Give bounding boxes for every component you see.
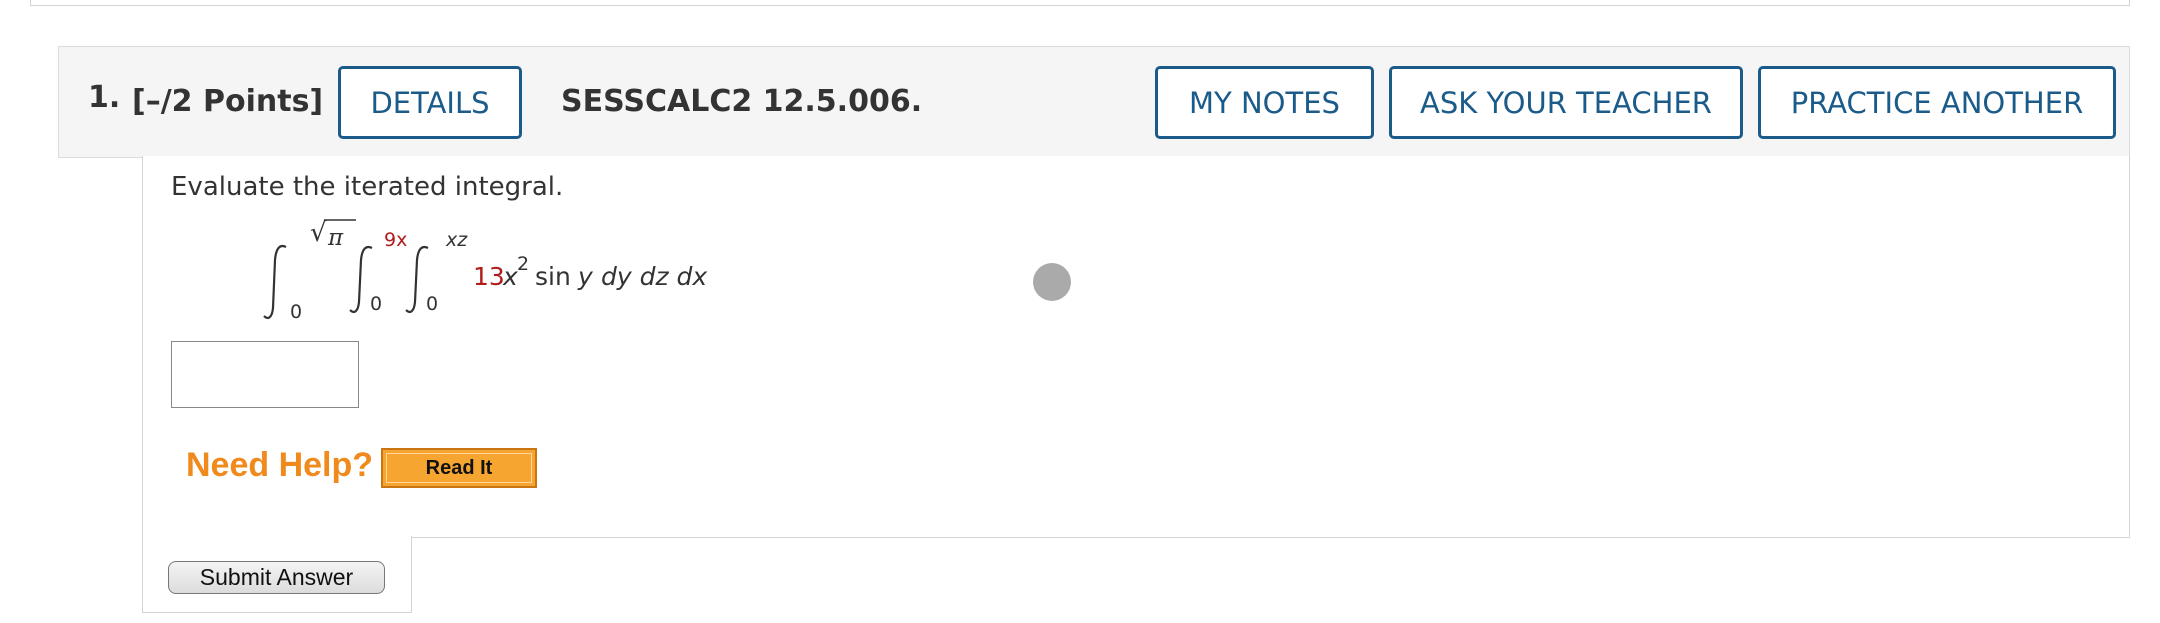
- previous-panel-border: [30, 0, 2130, 6]
- submit-answer-button[interactable]: Submit Answer: [168, 561, 385, 594]
- read-it-label: Read It: [386, 453, 532, 483]
- outer-lower-limit: 0: [290, 301, 302, 323]
- middle-integral-sign: [349, 245, 373, 313]
- question-prompt: Evaluate the iterated integral.: [171, 172, 564, 202]
- outer-upper-radical: √: [310, 218, 327, 248]
- question-code: SESSCALC2 12.5.006.: [561, 84, 923, 119]
- middle-lower-limit: 0: [370, 293, 382, 315]
- question-points: [–/2 Points]: [132, 84, 324, 119]
- read-it-button[interactable]: Read It: [381, 448, 537, 488]
- mouse-cursor-indicator: [1033, 263, 1071, 301]
- iterated-integral-expression: 0 √ π 0 9x 0 xz 13 x 2 sin y dy dz dx: [263, 218, 707, 323]
- integrand-exponent: 2: [517, 253, 529, 275]
- integrand-function: sin: [535, 262, 571, 291]
- my-notes-button[interactable]: MY NOTES: [1155, 66, 1374, 139]
- outer-upper-radicand: π: [327, 225, 344, 251]
- integrand-differentials: dy dz dx: [601, 262, 707, 291]
- inner-upper-limit: xz: [445, 229, 468, 251]
- outer-integral-sign: [263, 244, 287, 319]
- integrand-coefficient: 13: [473, 262, 505, 291]
- integrand-variable: x: [502, 262, 518, 291]
- inner-integral-sign: [405, 245, 429, 313]
- question-number: 1.: [88, 80, 121, 115]
- ask-your-teacher-button[interactable]: ASK YOUR TEACHER: [1389, 66, 1743, 139]
- middle-upper-limit: 9x: [384, 229, 407, 251]
- need-help-label: Need Help?: [186, 446, 374, 484]
- answer-input[interactable]: [171, 341, 359, 408]
- integrand-function-arg: y: [577, 262, 594, 291]
- practice-another-button[interactable]: PRACTICE ANOTHER: [1758, 66, 2116, 139]
- details-button[interactable]: DETAILS: [338, 66, 522, 139]
- inner-lower-limit: 0: [426, 293, 438, 315]
